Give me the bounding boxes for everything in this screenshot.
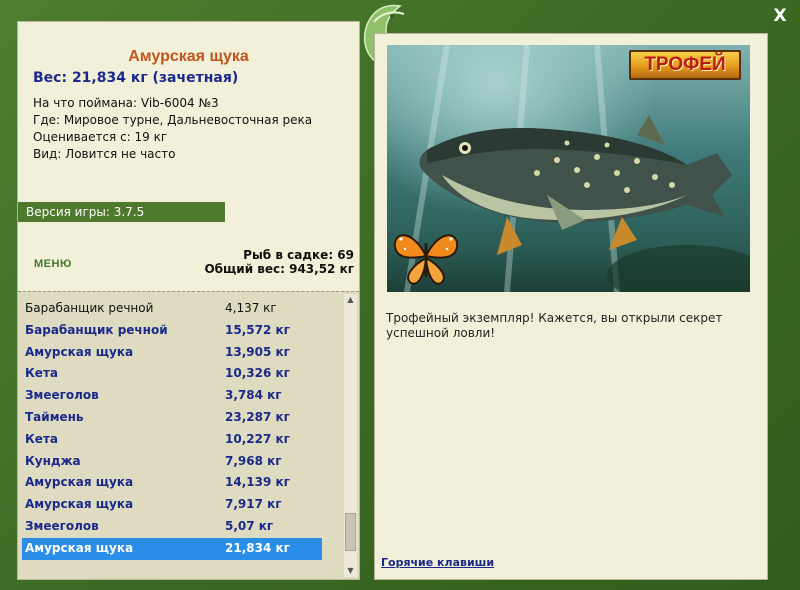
- fish-info-panel: Амурская щука Вес: 21,834 кг (зачетная) …: [17, 21, 360, 580]
- scroll-thumb[interactable]: [345, 513, 356, 551]
- catch-fish-weight: 23,287 кг: [225, 409, 290, 424]
- catch-list-item[interactable]: Амурская щука 13,905 кг: [22, 342, 322, 364]
- catch-list: Барабанщик речной 4,137 кг Барабанщик речн…: [22, 298, 322, 560]
- fish-weight: Вес: 21,834 кг (зачетная): [33, 70, 239, 86]
- fish-details: На что поймана: Vib-6004 №3 Где: Мировое…: [33, 95, 312, 163]
- catch-fish-name: Змееголов: [25, 388, 99, 403]
- catch-fish-name: Кунджа: [25, 453, 81, 468]
- catch-list-item[interactable]: Амурская щука 14,139 кг: [22, 472, 322, 494]
- catch-list-item[interactable]: Змееголов 3,784 кг: [22, 385, 322, 407]
- keepnet-count: Рыб в садке: 69: [243, 248, 354, 262]
- catch-list-item[interactable]: Кета 10,326 кг: [22, 363, 322, 385]
- menu-button[interactable]: МЕНЮ: [34, 258, 72, 270]
- catch-list-scrollbar[interactable]: ▲ ▼: [344, 294, 357, 577]
- fish-bait: На что поймана: Vib-6004 №3: [33, 96, 219, 110]
- catch-fish-weight: 7,968 кг: [225, 453, 282, 468]
- catch-fish-name: Кета: [25, 366, 58, 381]
- catch-fish-name: Амурская щука: [25, 540, 134, 555]
- catch-list-box: Барабанщик речной 4,137 кг Барабанщик речн…: [18, 291, 359, 579]
- catch-list-item[interactable]: Барабанщик речной 15,572 кг: [22, 320, 322, 342]
- game-window-frame: X Амурская щука Вес: 21,834 кг (зачетная…: [0, 0, 800, 590]
- catch-fish-weight: 21,834 кг: [225, 540, 290, 555]
- trophy-panel: ТРОФЕЙ Трофейный экземпляр! Кажется, вы …: [374, 33, 768, 580]
- catch-fish-name: Амурская щука: [25, 497, 134, 512]
- catch-fish-weight: 10,326 кг: [225, 366, 290, 381]
- catch-fish-name: Амурская щука: [25, 344, 134, 359]
- scroll-down-arrow-icon[interactable]: ▼: [344, 565, 357, 577]
- fish-kind: Вид: Ловится не часто: [33, 147, 176, 161]
- fish-name-title: Амурская щука: [128, 48, 249, 65]
- catch-fish-weight: 14,139 кг: [225, 475, 290, 490]
- catch-list-item[interactable]: Таймень 23,287 кг: [22, 407, 322, 429]
- catch-fish-weight: 10,227 кг: [225, 431, 290, 446]
- hotkeys-link[interactable]: Горячие клавиши: [381, 556, 494, 569]
- fish-photo: ТРОФЕЙ: [387, 45, 750, 292]
- butterfly-icon: [393, 234, 459, 285]
- catch-fish-name: Барабанщик речной: [25, 301, 154, 315]
- catch-fish-weight: 5,07 кг: [225, 518, 274, 533]
- catch-fish-name: Змееголов: [25, 518, 99, 533]
- catch-fish-name: Кета: [25, 431, 58, 446]
- catch-fish-weight: 4,137 кг: [225, 301, 277, 315]
- fish-location: Где: Мировое турне, Дальневосточная река: [33, 113, 313, 127]
- catch-fish-name: Барабанщик речной: [25, 322, 168, 337]
- catch-fish-weight: 3,784 кг: [225, 388, 282, 403]
- catch-fish-name: Амурская щука: [25, 475, 134, 490]
- game-version: Версия игры: 3.7.5: [18, 202, 225, 222]
- fish-rated-from: Оценивается с: 19 кг: [33, 130, 168, 144]
- trophy-description: Трофейный экземпляр! Кажется, вы открыли…: [386, 311, 723, 340]
- keepnet-total-weight: Общий вес: 943,52 кг: [204, 262, 354, 276]
- catch-fish-name: Таймень: [25, 409, 84, 424]
- catch-list-item[interactable]: Барабанщик речной 4,137 кг: [22, 298, 322, 320]
- catch-fish-weight: 7,917 кг: [225, 497, 282, 512]
- catch-fish-weight: 15,572 кг: [225, 322, 290, 337]
- trophy-badge: ТРОФЕЙ: [629, 50, 741, 80]
- scroll-up-arrow-icon[interactable]: ▲: [344, 294, 357, 306]
- catch-list-item[interactable]: Амурская щука 7,917 кг: [22, 494, 322, 516]
- catch-list-item[interactable]: Змееголов 5,07 кг: [22, 516, 322, 538]
- catch-fish-weight: 13,905 кг: [225, 344, 290, 359]
- catch-list-item[interactable]: Кунджа 7,968 кг: [22, 451, 322, 473]
- keepnet-summary: Рыб в садке: 69 Общий вес: 943,52 кг: [204, 248, 354, 276]
- close-button[interactable]: X: [770, 6, 790, 26]
- catch-list-item[interactable]: Амурская щука 21,834 кг: [22, 537, 322, 560]
- catch-list-item[interactable]: Кета 10,227 кг: [22, 429, 322, 451]
